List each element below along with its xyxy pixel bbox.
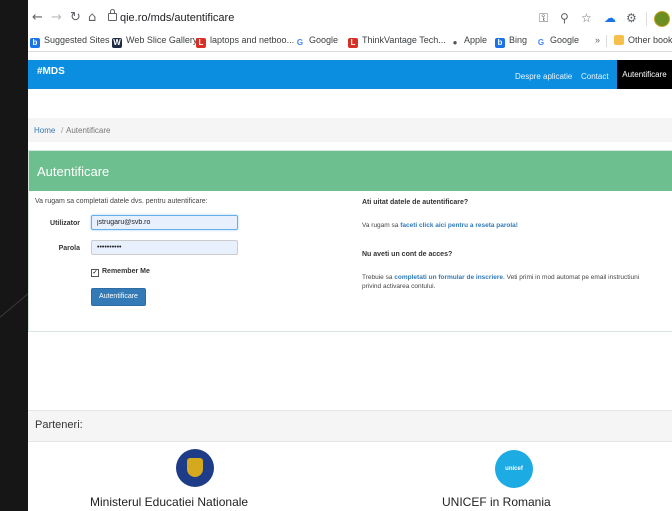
bookmark-web-slice-gallery[interactable]: W Web Slice Gallery bbox=[112, 35, 197, 48]
divider bbox=[606, 35, 607, 47]
bookmarks-bar: b Suggested Sites W Web Slice Gallery Llap… bbox=[28, 31, 672, 52]
password-input[interactable] bbox=[91, 240, 238, 255]
checkbox-checked-icon[interactable]: ✓ bbox=[91, 269, 99, 277]
star-icon[interactable]: ☆ bbox=[581, 11, 592, 25]
bookmark-laptops[interactable]: Llaptops and netboo... bbox=[196, 35, 294, 48]
unicef-logo: unicef bbox=[495, 450, 533, 488]
partners-heading: Parteneri: bbox=[35, 419, 83, 431]
extension-icon[interactable]: ⚙ bbox=[626, 11, 637, 25]
back-icon[interactable]: ← bbox=[32, 10, 43, 25]
reset-password-link[interactable]: faceti click aici pentru a reseta parola… bbox=[400, 222, 518, 229]
no-account-text: Trebuie sa completati un formular de ins… bbox=[362, 273, 672, 291]
partner-ministry-name[interactable]: Ministerul Educatiei Nationale bbox=[90, 495, 248, 509]
url-field[interactable]: qie.ro/mds/autentificare bbox=[120, 12, 234, 24]
login-title: Autentificare bbox=[37, 164, 110, 179]
forgot-text: Va rugam sa faceti click aici pentru a r… bbox=[362, 221, 672, 230]
login-panel-header: Autentificare bbox=[29, 151, 672, 191]
breadcrumb: Home / Autentificare bbox=[28, 118, 672, 142]
site-navbar: #MDS Despre aplicatie Contact Autentific… bbox=[28, 60, 672, 89]
username-label: Utilizator bbox=[50, 220, 80, 227]
bookmark-suggested-sites[interactable]: b Suggested Sites bbox=[30, 35, 110, 48]
nav-autentificare[interactable]: Autentificare bbox=[617, 60, 672, 89]
bookmark-google-2[interactable]: G Google bbox=[536, 35, 579, 48]
browser-window: ← → ↻ ⌂ qie.ro/mds/autentificare ⚿ ⚲ ☆ ☁… bbox=[28, 0, 672, 511]
zoom-icon[interactable]: ⚲ bbox=[560, 11, 569, 25]
forward-icon[interactable]: → bbox=[51, 10, 62, 25]
desktop-background bbox=[0, 0, 28, 511]
nav-despre-aplicatie[interactable]: Despre aplicatie bbox=[515, 72, 572, 81]
login-button[interactable]: Autentificare bbox=[91, 288, 146, 306]
cloud-icon[interactable]: ☁ bbox=[604, 11, 616, 25]
remember-me-label: Remember Me bbox=[102, 268, 150, 275]
reload-icon[interactable]: ↻ bbox=[70, 10, 81, 25]
home-icon[interactable]: ⌂ bbox=[88, 10, 96, 25]
no-account-suffix: . Veti primi in mod automat pe email ins… bbox=[503, 274, 640, 281]
no-account-line2: privind activarea contului. bbox=[362, 283, 436, 290]
partner-unicef-name[interactable]: UNICEF in Romania bbox=[442, 495, 551, 509]
no-account-heading: Nu aveti un cont de acces? bbox=[362, 251, 453, 258]
address-bar-row: ← → ↻ ⌂ qie.ro/mds/autentificare ⚿ ⚲ ☆ ☁… bbox=[28, 8, 672, 30]
divider bbox=[646, 12, 647, 26]
breadcrumb-home[interactable]: Home bbox=[34, 126, 55, 135]
ministry-logo bbox=[176, 449, 214, 487]
login-intro: Va rugam sa completati datele dvs. pentr… bbox=[35, 198, 208, 205]
signup-form-link[interactable]: completati un formular de inscriere bbox=[394, 274, 503, 281]
breadcrumb-current: Autentificare bbox=[66, 126, 111, 135]
site-brand[interactable]: #MDS bbox=[37, 66, 65, 77]
more-bookmarks-icon[interactable]: » bbox=[595, 35, 600, 45]
username-input[interactable] bbox=[91, 215, 238, 230]
forgot-heading: Ati uitat datele de autentificare? bbox=[362, 199, 469, 206]
password-label: Parola bbox=[58, 245, 80, 252]
bookmark-google[interactable]: G Google bbox=[295, 35, 338, 48]
other-bookmarks[interactable]: Other bookm bbox=[614, 35, 672, 45]
remember-me-checkbox[interactable]: ✓ Remember Me bbox=[91, 268, 150, 277]
forgot-text-prefix: Va rugam sa bbox=[362, 222, 401, 229]
key-icon[interactable]: ⚿ bbox=[539, 11, 548, 26]
partners-header: Parteneri: bbox=[28, 410, 672, 442]
bookmark-bing[interactable]: b Bing bbox=[495, 35, 527, 48]
no-account-prefix: Trebuie sa bbox=[362, 274, 395, 281]
lock-icon[interactable] bbox=[108, 9, 117, 21]
profile-avatar[interactable] bbox=[654, 11, 670, 27]
page-content: #MDS Despre aplicatie Contact Autentific… bbox=[28, 52, 672, 511]
login-panel: Autentificare Va rugam sa completati dat… bbox=[28, 150, 672, 332]
breadcrumb-separator: / bbox=[61, 126, 64, 135]
bookmark-thinkvantage[interactable]: L ThinkVantage Tech... bbox=[348, 35, 446, 48]
nav-contact[interactable]: Contact bbox=[581, 72, 609, 81]
bookmark-apple[interactable]: ● Apple bbox=[450, 35, 487, 48]
